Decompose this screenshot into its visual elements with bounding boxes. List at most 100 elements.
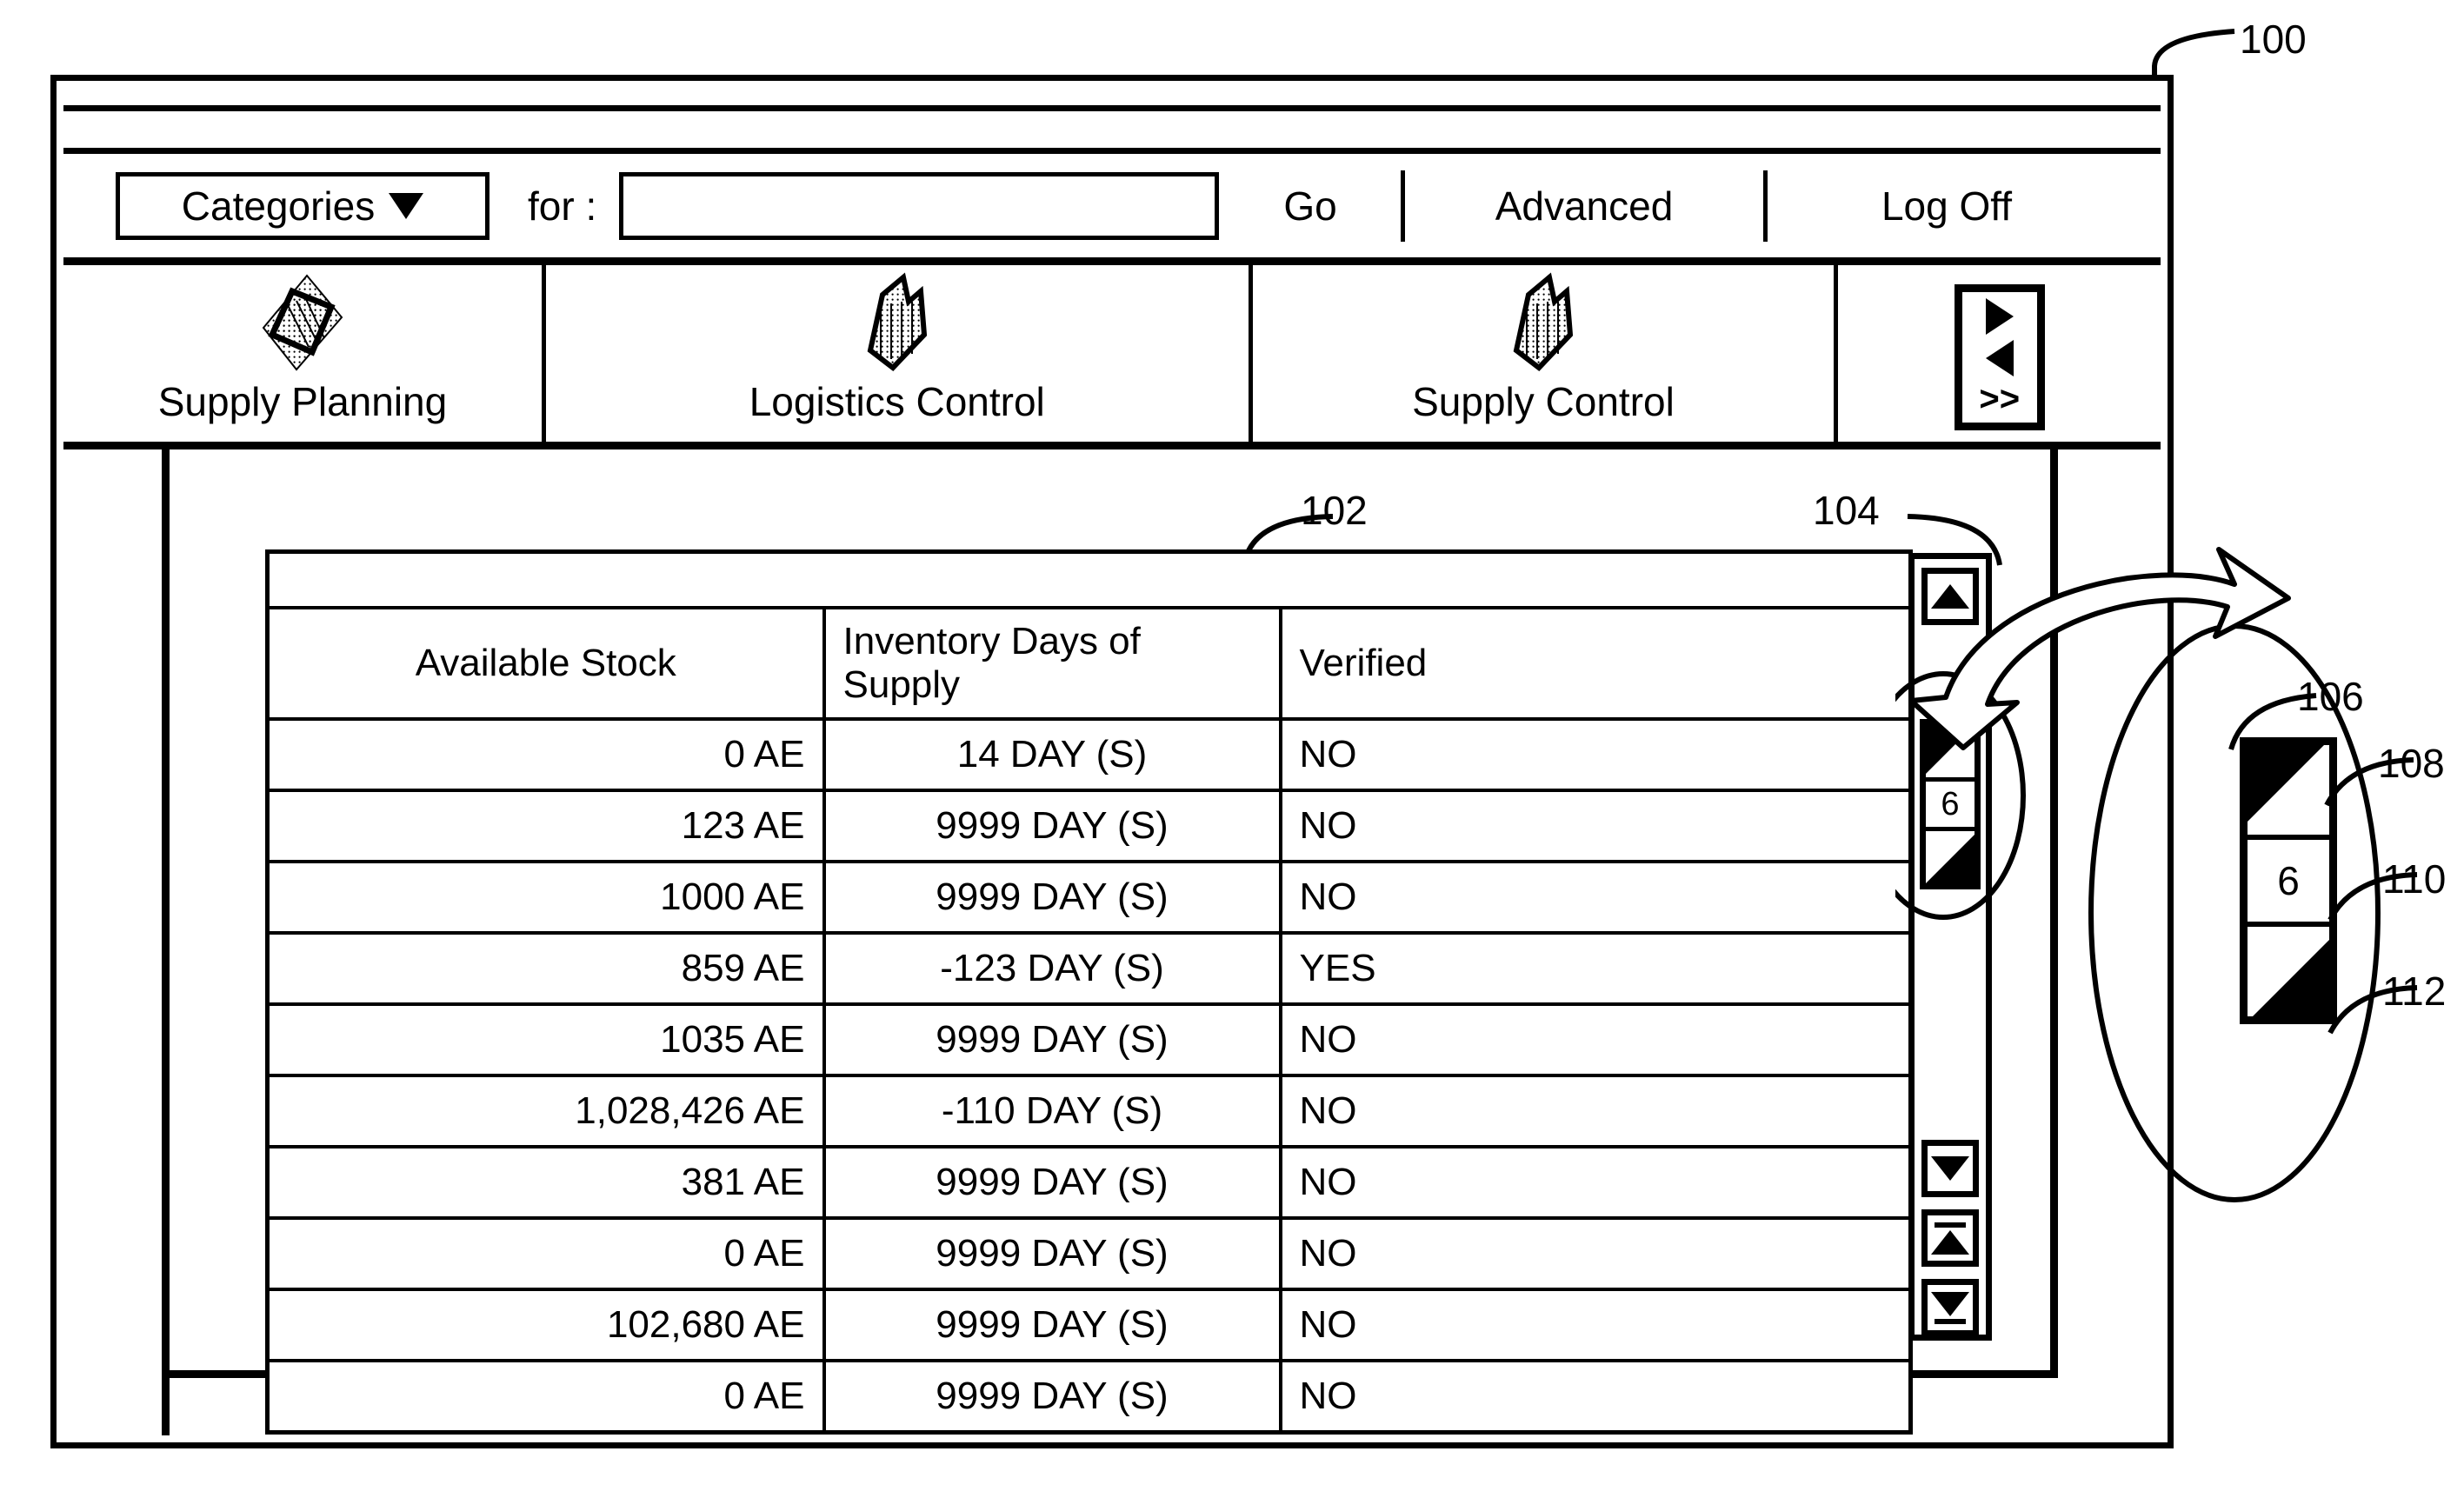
scrollbar-thumb[interactable]: 6 [1920,719,1981,889]
cell-verified: YES [1278,931,1913,1006]
scroll-to-top-icon [1931,1229,1969,1255]
cell-days: 14 DAY (S) [822,717,1282,792]
cell-days: 9999 DAY (S) [822,1359,1282,1435]
advanced-link[interactable]: Advanced [1495,183,1674,230]
for-label: for : [528,183,597,229]
tab-label: Logistics Control [749,379,1045,424]
magnified-upper-cell [2248,745,2329,840]
tab-pager-control[interactable]: >> [1954,283,2045,430]
title-bar-strip [63,105,2161,154]
table-band-cell [265,549,1913,609]
ref-numeral-110: 110 [2382,856,2447,902]
thumb-value-cell[interactable]: 6 [1926,782,1975,831]
black-triangle-upper-left-icon [2248,745,2324,822]
bottom-bar-line [1935,1318,1966,1324]
cell-verified: NO [1278,1216,1913,1291]
cell-days: -110 DAY (S) [822,1074,1282,1148]
cell-days: 9999 DAY (S) [822,860,1282,935]
folder-icon [1495,272,1591,375]
ref-numeral-102: 102 [1301,488,1368,533]
table-toolbar-band [265,549,1913,609]
chevron-down-icon [389,192,424,219]
table-row[interactable]: 0 AE 9999 DAY (S) NO [265,1359,1913,1435]
cell-stock: 859 AE [265,931,826,1006]
cell-days: 9999 DAY (S) [822,1288,1282,1362]
thumb-upper-cell[interactable] [1926,725,1975,782]
black-triangle-upper-left-icon [1926,725,1975,774]
cell-stock: 1,028,426 AE [265,1074,826,1148]
column-header-available-stock[interactable]: Available Stock [265,606,826,721]
data-table: Available Stock Inventory Days of Supply… [265,549,1963,1435]
table-row[interactable]: 1035 AE 9999 DAY (S) NO [265,1002,1913,1077]
search-input[interactable] [619,171,1220,240]
table-row[interactable]: 381 AE 9999 DAY (S) NO [265,1145,1913,1220]
ref-numeral-100: 100 [2240,17,2307,62]
thumb-lower-cell[interactable] [1926,830,1975,883]
scroll-down-button[interactable] [1921,1140,1979,1197]
triangle-right-icon[interactable] [1985,297,2014,335]
inventory-table: Available Stock Inventory Days of Supply… [265,549,1914,1435]
ref-numeral-104: 104 [1813,488,1880,533]
cell-verified: NO [1278,789,1913,863]
tab-label: Supply Planning [157,379,448,424]
magnified-thumb: 6 [2240,737,2337,1024]
search-toolbar: Categories for : Go Advanced Log Off [63,154,2161,265]
cell-verified: NO [1278,1288,1913,1362]
table-row[interactable]: 859 AE -123 DAY (S) YES [265,931,1913,1006]
patent-figure: 100 Categories for : Go Advanced Log Off [0,0,2464,1498]
cell-stock: 1000 AE [265,860,826,935]
cell-days: 9999 DAY (S) [822,1002,1282,1077]
cell-stock: 123 AE [265,789,826,863]
magnified-lower-cell [2248,927,2329,1016]
ref-numeral-106: 106 [2297,674,2364,719]
table-row[interactable]: 0 AE 14 DAY (S) NO [265,717,1913,792]
double-chevron-icon[interactable]: >> [1979,382,2020,416]
cell-stock: 102,680 AE [265,1288,826,1362]
tab-supply-control[interactable]: Supply Control [1253,265,1839,442]
column-header-verified[interactable]: Verified [1278,606,1913,721]
scroll-to-top-button[interactable] [1921,1209,1979,1267]
table-row[interactable]: 1,028,426 AE -110 DAY (S) NO [265,1074,1913,1148]
triangle-left-icon[interactable] [1985,339,2014,376]
top-bar-line [1935,1222,1966,1228]
cell-verified: NO [1278,860,1913,935]
cell-days: 9999 DAY (S) [822,1216,1282,1291]
ref-numeral-108: 108 [2378,741,2445,786]
table-row[interactable]: 0 AE 9999 DAY (S) NO [265,1216,1913,1291]
scrollbar[interactable]: 6 [1908,553,1992,1341]
cell-stock: 0 AE [265,717,826,792]
folder-icon [849,272,945,375]
black-triangle-lower-right-icon [2253,940,2329,1016]
scroll-to-bottom-button[interactable] [1921,1279,1979,1336]
tab-logistics-control[interactable]: Logistics Control [546,265,1253,442]
column-header-inventory-days[interactable]: Inventory Days of Supply [822,606,1282,721]
cell-days: 9999 DAY (S) [822,789,1282,863]
tab-pager-cell: >> [1838,265,2161,442]
log-off-link[interactable]: Log Off [1881,183,2012,230]
cell-verified: NO [1278,1074,1913,1148]
cell-stock: 381 AE [265,1145,826,1220]
cell-stock: 1035 AE [265,1002,826,1077]
cell-verified: NO [1278,1359,1913,1435]
triangle-down-icon [1931,1156,1969,1181]
cell-stock: 0 AE [265,1359,826,1435]
table-header-row: Available Stock Inventory Days of Supply… [265,606,1913,721]
table-row[interactable]: 123 AE 9999 DAY (S) NO [265,789,1913,863]
categories-dropdown[interactable]: Categories [116,171,489,240]
magnified-value-label: 6 [2277,858,2300,903]
ref-numeral-112: 112 [2382,969,2447,1014]
scroll-up-button[interactable] [1921,568,1979,625]
black-triangle-lower-right-icon [1926,835,1975,883]
cell-days: -123 DAY (S) [822,931,1282,1006]
go-button[interactable]: Go [1283,183,1336,230]
table-row[interactable]: 1000 AE 9999 DAY (S) NO [265,860,1913,935]
module-tab-bar: Supply Planning Logistics Control Supply… [63,265,2161,449]
documents-stack-icon [246,272,359,375]
cell-stock: 0 AE [265,1216,826,1291]
tab-supply-planning[interactable]: Supply Planning [63,265,546,442]
table-row[interactable]: 102,680 AE 9999 DAY (S) NO [265,1288,1913,1362]
cell-verified: NO [1278,1002,1913,1077]
cell-verified: NO [1278,1145,1913,1220]
cell-days: 9999 DAY (S) [822,1145,1282,1220]
triangle-up-icon [1931,584,1969,609]
